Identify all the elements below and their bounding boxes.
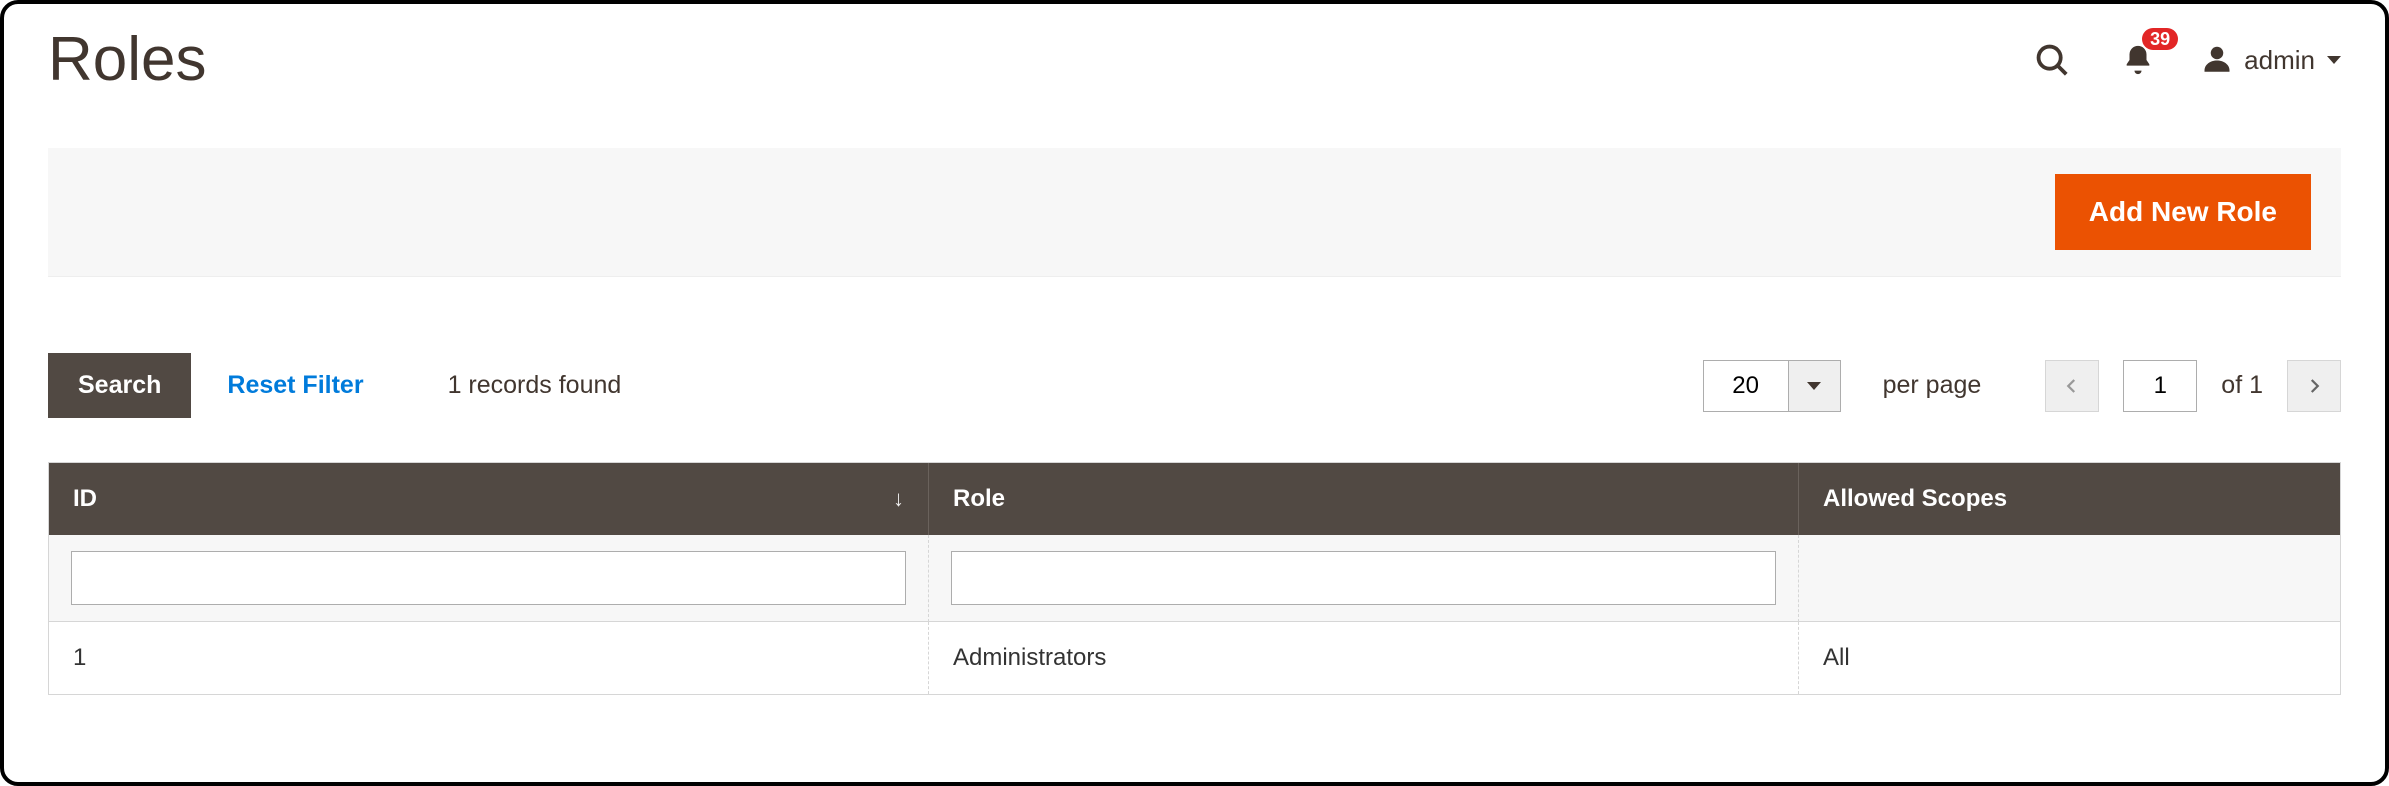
grid-header-row: ID ↓ Role Allowed Scopes [49,463,2340,535]
column-header-label: Allowed Scopes [1823,485,2007,513]
page-size-control [1703,360,1841,412]
roles-grid: ID ↓ Role Allowed Scopes [48,462,2341,695]
filter-role-input[interactable] [951,551,1776,605]
pager: per page of 1 [1703,360,2341,412]
column-header-role[interactable]: Role [929,463,1799,535]
username-label: admin [2244,45,2315,76]
page-title: Roles [48,26,207,94]
column-header-label: ID [73,485,97,513]
cell-allowed-scopes: All [1799,622,2340,694]
chevron-down-icon [2327,56,2341,64]
grid-filter-row [49,535,2340,622]
total-pages-label: of 1 [2221,371,2263,400]
add-new-role-button[interactable]: Add New Role [2055,174,2311,250]
action-bar: Add New Role [48,148,2341,277]
prev-page-button[interactable] [2045,360,2099,412]
notifications-badge: 39 [2142,28,2178,50]
page-input[interactable] [2123,360,2197,412]
cell-role: Administrators [929,622,1799,694]
notifications-icon[interactable]: 39 [2116,38,2160,82]
column-header-allowed-scopes[interactable]: Allowed Scopes [1799,463,2340,535]
reset-filter-button[interactable]: Reset Filter [227,371,363,400]
top-actions: 39 admin [2030,38,2341,82]
search-icon[interactable] [2030,38,2074,82]
sort-desc-icon: ↓ [893,486,904,512]
topbar: Roles 39 [48,26,2341,94]
records-found-label: 1 records found [448,371,622,400]
user-icon [2202,43,2232,78]
page-size-input[interactable] [1703,360,1789,412]
filter-allowed-scopes-cell [1799,535,2340,622]
table-row[interactable]: 1 Administrators All [49,622,2340,694]
page-size-dropdown[interactable] [1789,360,1841,412]
grid-toolbar: Search Reset Filter 1 records found per … [48,353,2341,418]
user-menu[interactable]: admin [2202,43,2341,78]
cell-id: 1 [49,622,929,694]
next-page-button[interactable] [2287,360,2341,412]
column-header-id[interactable]: ID ↓ [49,463,929,535]
chevron-down-icon [1807,382,1821,390]
column-header-label: Role [953,485,1005,513]
per-page-label: per page [1883,371,1982,400]
search-button[interactable]: Search [48,353,191,418]
filter-id-input[interactable] [71,551,906,605]
